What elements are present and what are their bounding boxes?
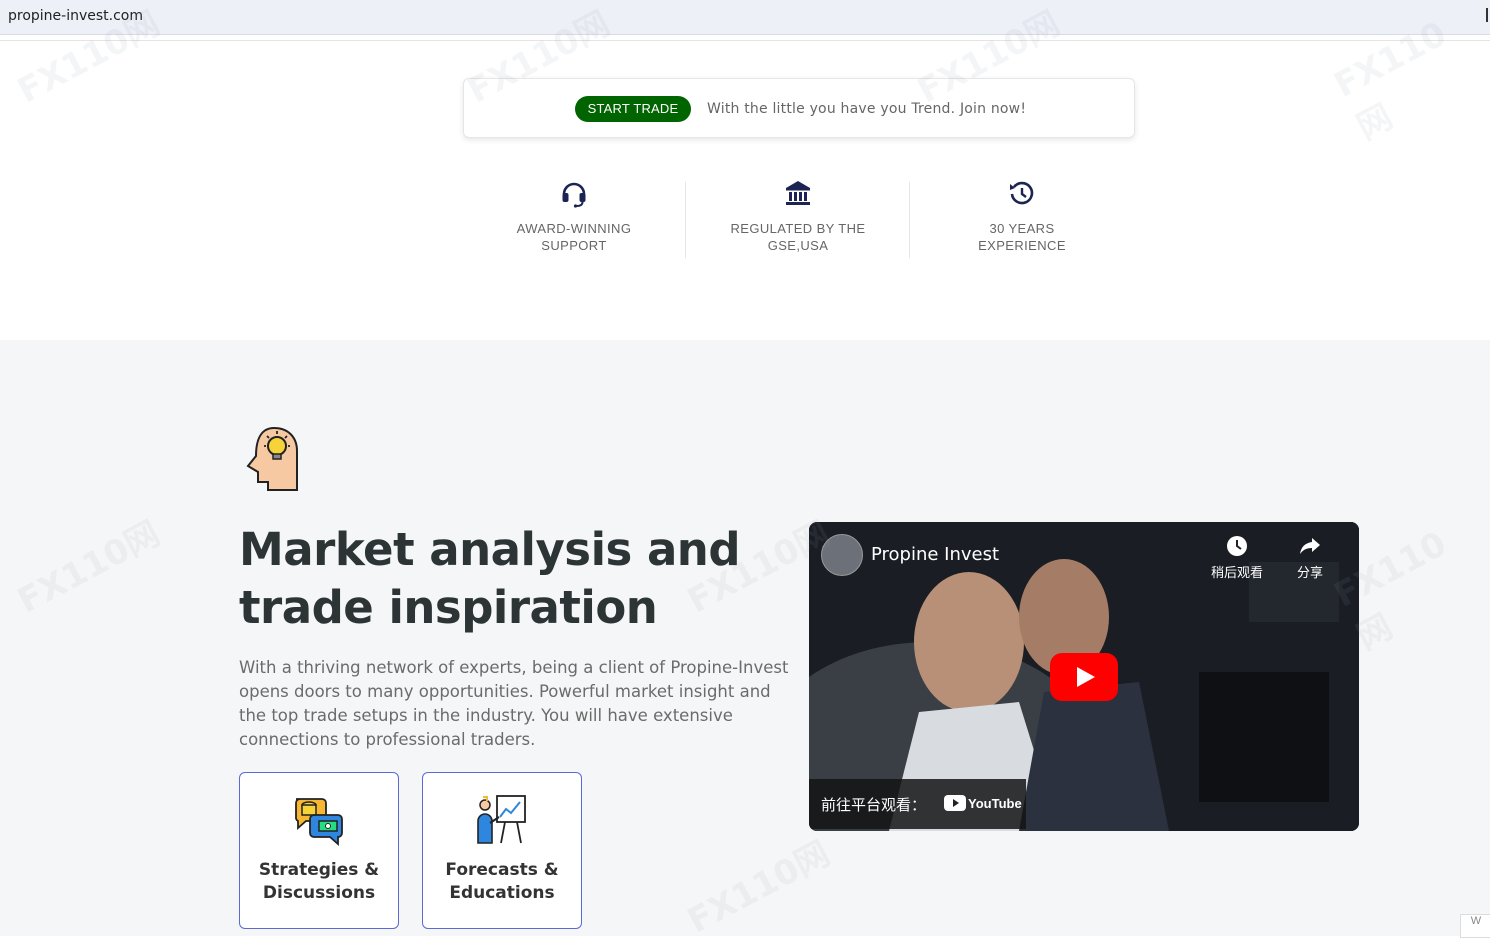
feature-label: REGULATED BY THE GSE,USA (730, 221, 866, 253)
video-player[interactable]: Propine Invest 稍后观看 分享 前往平台观看： YouTube (809, 522, 1359, 831)
floating-widget[interactable]: W (1460, 914, 1490, 938)
discussion-icon (295, 798, 343, 846)
bank-icon (786, 181, 810, 205)
watch-later-button[interactable]: 稍后观看 (1211, 534, 1263, 581)
play-button[interactable] (1050, 653, 1118, 701)
feature-support: AWARD-WINNING SUPPORT (474, 178, 674, 254)
card-label: Strategies & Discussions (258, 860, 380, 903)
corner-text: W (1470, 915, 1482, 927)
watch-on-label: 前往平台观看： (821, 797, 927, 814)
feature-experience: 30 YEARS EXPERIENCE (922, 178, 1122, 254)
channel-avatar[interactable] (821, 534, 863, 576)
feature-label: 30 YEARS EXPERIENCE (978, 221, 1066, 253)
separator (909, 182, 910, 258)
history-icon (1010, 181, 1034, 205)
video-title[interactable]: Propine Invest (871, 544, 999, 565)
youtube-logo[interactable]: YouTube (944, 793, 1024, 813)
share-icon (1300, 538, 1320, 554)
section-description: With a thriving network of experts, bein… (239, 658, 789, 749)
separator (685, 182, 686, 258)
forecasts-card[interactable]: Forecasts & Educations (422, 772, 582, 929)
strategies-card[interactable]: Strategies & Discussions (239, 772, 399, 929)
feature-label: AWARD-WINNING SUPPORT (516, 221, 632, 253)
youtube-logo-text: YouTube (968, 796, 1022, 811)
divider (0, 40, 1490, 41)
watch-later-label: 稍后观看 (1211, 565, 1264, 580)
idea-head-icon (246, 426, 298, 491)
start-trade-button[interactable]: START TRADE (575, 96, 691, 122)
headset-icon (562, 182, 586, 208)
url-text[interactable]: propine-invest.com (8, 8, 143, 24)
share-label: 分享 (1297, 565, 1324, 580)
presentation-icon (477, 795, 526, 844)
promo-banner: START TRADE With the little you have you… (463, 78, 1135, 138)
clock-icon (1227, 536, 1247, 556)
share-button[interactable]: 分享 (1297, 534, 1323, 581)
browser-address-bar[interactable]: propine-invest.com (0, 0, 1490, 35)
watch-on-bar[interactable]: 前往平台观看： YouTube (809, 779, 1026, 829)
promo-message: With the little you have you Trend. Join… (707, 101, 1027, 117)
feature-regulated: REGULATED BY THE GSE,USA (698, 178, 898, 254)
window-edge (1486, 8, 1488, 22)
section-title: Market analysis and trade inspiration (239, 523, 741, 634)
card-label: Forecasts & Educations (445, 860, 559, 903)
